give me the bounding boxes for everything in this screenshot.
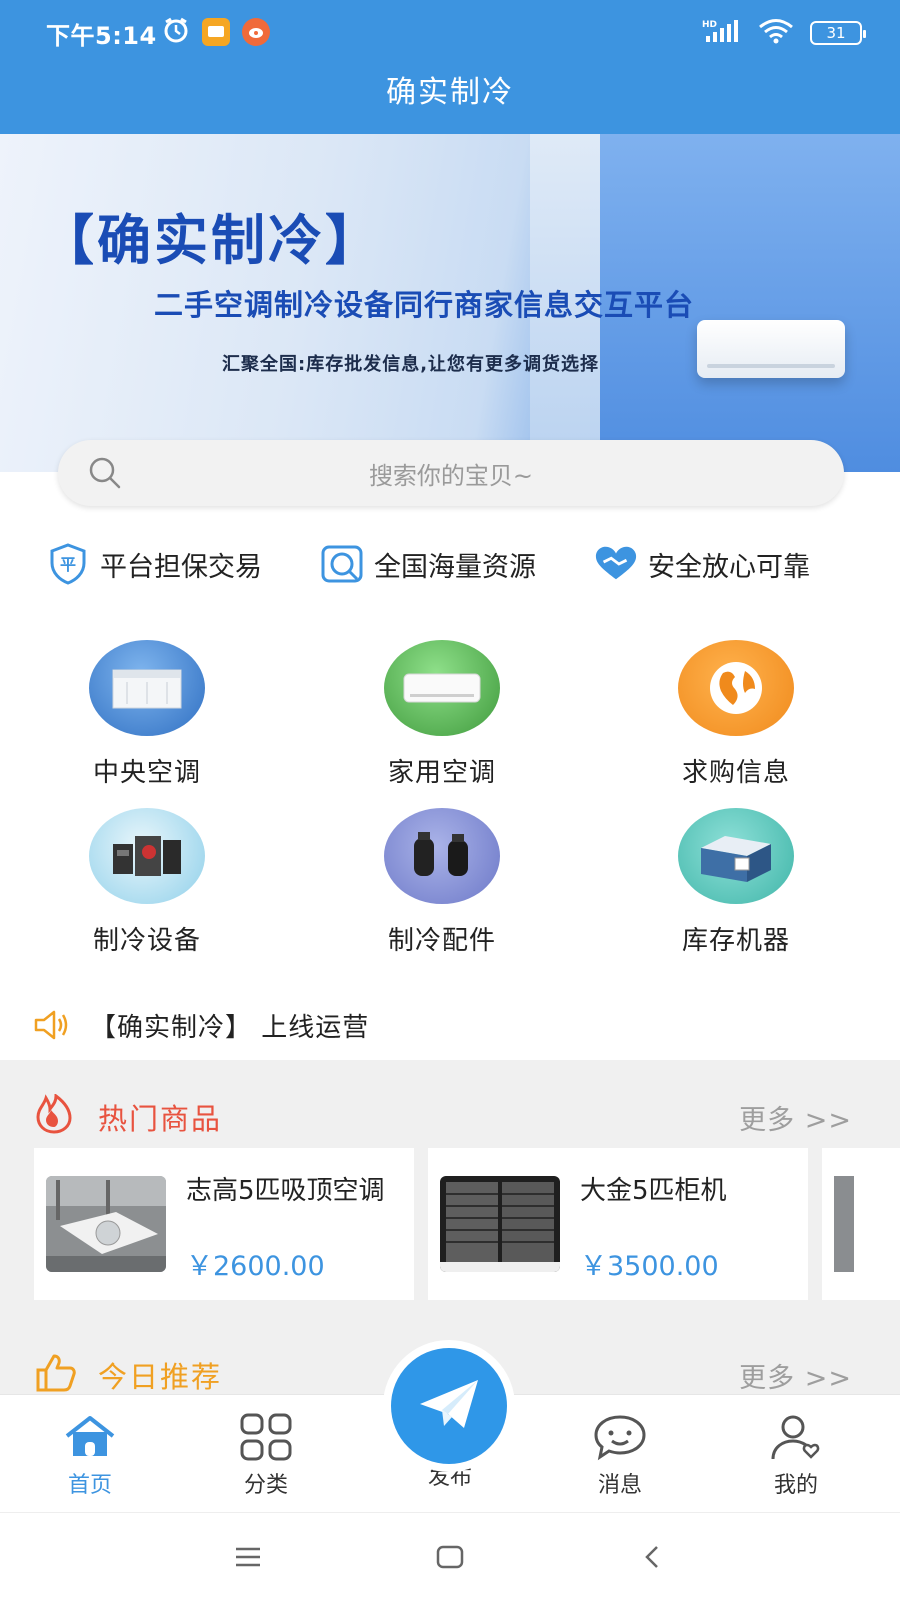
wifi-icon [758,18,794,48]
recommend-title: 今日推荐 [98,1360,223,1394]
handshake-icon [594,542,638,586]
search-placeholder: 搜索你的宝贝~ [368,461,534,490]
tab-messages-label: 消息 [597,1473,642,1498]
product-card[interactable]: 大金5匹柜机 ￥3500.00 [428,1148,808,1300]
central-ac-icon [89,640,205,736]
feature-safety-label: 安全放心可靠 [648,551,810,583]
category-label: 制冷设备 [92,926,201,956]
announcement-bar[interactable]: 【确实制冷】 上线运营 [0,990,900,1060]
publish-button[interactable] [383,1340,515,1472]
speaker-icon [32,1006,70,1044]
user-icon [768,1411,824,1463]
announcement-text: 【确实制冷】 上线运营 [90,1012,370,1043]
product-price: ￥3500.00 [580,1251,719,1282]
product-image [440,1176,560,1272]
hot-products-list: 志高5匹吸顶空调 ￥2600.00 大金5匹柜机 ￥3500.00 [34,1148,900,1302]
tab-home[interactable]: 首页 [30,1411,150,1499]
category-label: 求购信息 [681,758,790,788]
battery-indicator: 31 [810,21,866,45]
product-card-partial[interactable] [822,1148,900,1300]
feature-safety: 安全放心可靠 [594,542,810,586]
hot-products-header: 热门商品 更多 >> [0,1082,900,1142]
home-ac-icon [384,640,500,736]
refrigeration-equipment-icon [89,808,205,904]
product-image [834,1176,854,1272]
recommend-more-link[interactable]: 更多 >> [739,1356,852,1395]
product-name: 志高5匹吸顶空调 [186,1176,385,1206]
tab-mine-label: 我的 [773,1473,818,1498]
tab-mine[interactable]: 我的 [736,1411,856,1499]
publish-button-circle [391,1348,507,1464]
banner-subtitle: 二手空调制冷设备同行商家信息交互平台 [154,288,695,322]
thumbs-up-icon [34,1352,76,1392]
flame-icon [34,1093,74,1134]
tab-messages[interactable]: 消息 [560,1411,680,1499]
banner-ac-unit [697,320,845,378]
menu-icon[interactable] [228,1541,268,1573]
tab-home-label: 首页 [67,1473,112,1498]
product-name: 大金5匹柜机 [580,1176,727,1206]
feature-resources: 全国海量资源 [320,542,536,586]
home-button-icon[interactable] [430,1541,470,1573]
back-icon[interactable] [632,1541,672,1573]
status-bar: 下午5:14 HD 31 [0,0,900,62]
magnifier-icon [320,542,364,586]
search-bar[interactable]: 搜索你的宝贝~ [58,440,844,506]
grid-icon [238,1411,294,1463]
category-label: 库存机器 [681,926,790,956]
system-navigation-bar [0,1512,900,1600]
banner-title: 【确实制冷】 [40,209,382,272]
status-notifications [162,16,270,48]
category-label: 家用空调 [387,758,496,788]
banner-tagline: 汇聚全国:库存批发信息,让您有更多调货选择 [222,354,600,375]
hot-products-more-link[interactable]: 更多 >> [739,1098,852,1137]
globe-icon [678,640,794,736]
app-title: 确实制冷 [0,62,900,134]
status-time: 下午5:14 [46,22,157,50]
paper-plane-icon [416,1374,482,1438]
product-image [46,1176,166,1272]
category-label: 中央空调 [92,758,201,788]
category-label: 制冷配件 [387,926,496,956]
svg-text:平: 平 [60,555,76,574]
warehouse-icon [678,808,794,904]
svg-text:HD: HD [702,20,717,30]
chat-icon [592,1411,648,1463]
hot-products-title: 热门商品 [98,1102,223,1136]
category-central-ac[interactable]: 中央空调 [47,640,247,789]
tab-category[interactable]: 分类 [206,1411,326,1499]
weibo-app-icon [242,18,270,46]
feature-strip: 平 平台担保交易 全国海量资源 安全放心可靠 [0,542,900,598]
shield-icon: 平 [46,542,90,586]
promo-banner[interactable]: 【确实制冷】 二手空调制冷设备同行商家信息交互平台 汇聚全国:库存批发信息,让您… [0,134,900,472]
feature-resources-label: 全国海量资源 [374,551,536,583]
signal-icon: HD [702,18,742,48]
tab-category-label: 分类 [243,1473,288,1498]
category-stock-machines[interactable]: 库存机器 [636,808,836,957]
feature-guarantee-label: 平台担保交易 [100,551,262,583]
category-home-ac[interactable]: 家用空调 [342,640,542,789]
compressor-icon [384,808,500,904]
category-refrigeration-equipment[interactable]: 制冷设备 [47,808,247,957]
alarm-icon [162,16,190,48]
category-purchase-requests[interactable]: 求购信息 [636,640,836,789]
product-price: ￥2600.00 [186,1251,325,1282]
home-icon [62,1411,118,1463]
feature-guarantee: 平 平台担保交易 [46,542,262,586]
product-card[interactable]: 志高5匹吸顶空调 ￥2600.00 [34,1148,414,1300]
message-app-icon [202,18,230,46]
search-icon [88,456,122,494]
category-refrigeration-parts[interactable]: 制冷配件 [342,808,542,957]
